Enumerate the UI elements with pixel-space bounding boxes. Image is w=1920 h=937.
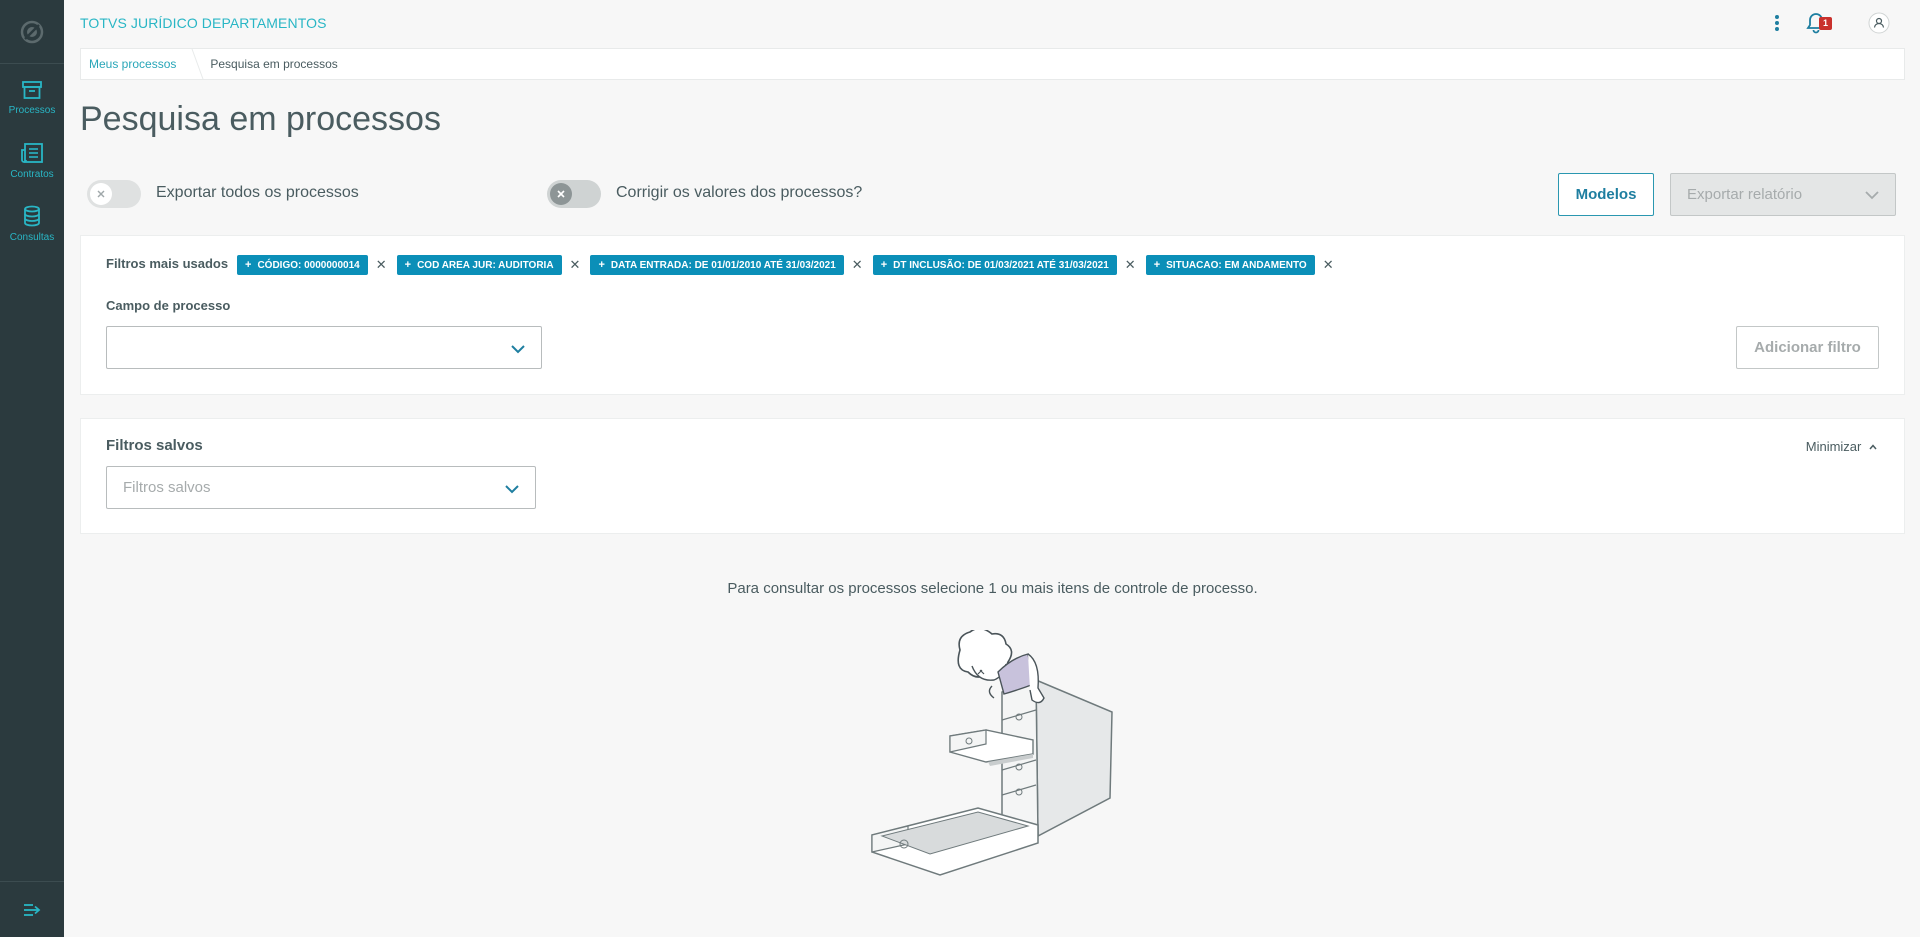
breadcrumb-link-meus-processos[interactable]: Meus processos — [81, 57, 188, 71]
remove-chip-icon[interactable]: ✕ — [1323, 257, 1334, 273]
sidebar-item-label: Processos — [8, 105, 56, 116]
most-used-filters-label: Filtros mais usados — [106, 256, 229, 271]
saved-filters-title: Filtros salvos — [106, 437, 203, 454]
sidebar-item-label: Contratos — [10, 169, 54, 180]
notification-badge: 1 — [1819, 17, 1833, 30]
x-icon — [557, 190, 565, 198]
header-actions: 1 — [1774, 12, 1890, 34]
saved-filters-select[interactable]: Filtros salvos — [106, 466, 536, 509]
remove-chip-icon[interactable]: ✕ — [1125, 257, 1136, 273]
logo-icon — [20, 20, 44, 43]
app-title: TOTVS JURÍDICO DEPARTAMENTOS — [80, 15, 327, 31]
export-all-label: Exportar todos os processos — [156, 184, 359, 201]
more-vertical-icon — [1775, 15, 1779, 31]
sidebar-item-contratos[interactable]: Contratos — [0, 131, 64, 191]
filter-chip[interactable]: + SITUACAO: EM ANDAMENTO — [1145, 255, 1315, 275]
filter-chip[interactable]: + DT INCLUSÃO: DE 01/03/2021 ATÉ 31/03/20… — [872, 255, 1117, 275]
sidebar-item-processos[interactable]: Processos — [0, 68, 64, 128]
sidebar-item-label: Consultas — [9, 232, 55, 243]
notifications-button[interactable]: 1 — [1806, 12, 1842, 34]
add-filter-button[interactable]: Adicionar filtro — [1736, 326, 1879, 369]
empty-state-message: Para consultar os processos selecione 1 … — [727, 580, 1258, 597]
filter-chips: + CÓDIGO: 0000000014 ✕ + COD AREA JUR: AUD… — [237, 255, 1344, 275]
minimize-button[interactable]: Minimizar — [1806, 439, 1878, 454]
user-profile-button[interactable] — [1868, 12, 1890, 34]
remove-chip-icon[interactable]: ✕ — [570, 257, 581, 273]
export-report-dropdown[interactable]: Exportar relatório — [1670, 173, 1896, 216]
campo-de-processo-label: Campo de processo — [106, 298, 231, 313]
remove-chip-icon[interactable]: ✕ — [852, 257, 863, 273]
archive-box-icon — [22, 81, 42, 99]
toggle-knob — [550, 183, 572, 205]
collapse-menu-button[interactable] — [0, 881, 64, 937]
saved-filters-card: Filtros salvos Minimizar Filtros salvos — [80, 418, 1905, 534]
chevron-up-icon — [1869, 444, 1877, 450]
chevron-down-icon — [505, 485, 519, 494]
remove-chip-icon[interactable]: ✕ — [376, 257, 387, 273]
page-title: Pesquisa em processos — [80, 100, 441, 138]
more-options-button[interactable] — [1774, 14, 1780, 32]
campo-de-processo-select[interactable] — [106, 326, 542, 369]
filter-chip[interactable]: + CÓDIGO: 0000000014 — [237, 255, 368, 275]
logo[interactable] — [0, 0, 64, 64]
toggle-knob — [90, 183, 112, 205]
chevron-down-icon — [1865, 191, 1879, 200]
breadcrumb: Meus processos Pesquisa em processos — [80, 48, 1905, 80]
filters-card: Filtros mais usados + CÓDIGO: 0000000014 … — [80, 235, 1905, 395]
chevron-down-icon — [511, 345, 525, 354]
document-list-icon — [21, 143, 43, 163]
saved-filters-placeholder: Filtros salvos — [123, 479, 211, 496]
modelos-button[interactable]: Modelos — [1558, 173, 1654, 216]
correct-values-label: Corrigir os valores dos processos? — [616, 184, 863, 201]
correct-values-toggle[interactable] — [547, 180, 601, 208]
export-all-toggle[interactable] — [87, 180, 141, 208]
breadcrumb-current: Pesquisa em processos — [210, 57, 338, 71]
database-icon — [24, 205, 40, 227]
filter-chip[interactable]: + COD AREA JUR: AUDITORIA — [396, 255, 562, 275]
sidebar-item-consultas[interactable]: Consultas — [0, 194, 64, 254]
export-report-label: Exportar relatório — [1687, 186, 1803, 203]
user-avatar-icon — [1868, 12, 1890, 34]
filter-chip[interactable]: + DATA ENTRADA: DE 01/01/2010 ATÉ 31/03/2… — [590, 255, 844, 275]
filing-cabinet-illustration — [871, 630, 1113, 876]
x-icon — [97, 190, 105, 198]
sidebar: Processos Contratos Consultas — [0, 0, 64, 937]
menu-collapse-icon — [24, 903, 41, 916]
